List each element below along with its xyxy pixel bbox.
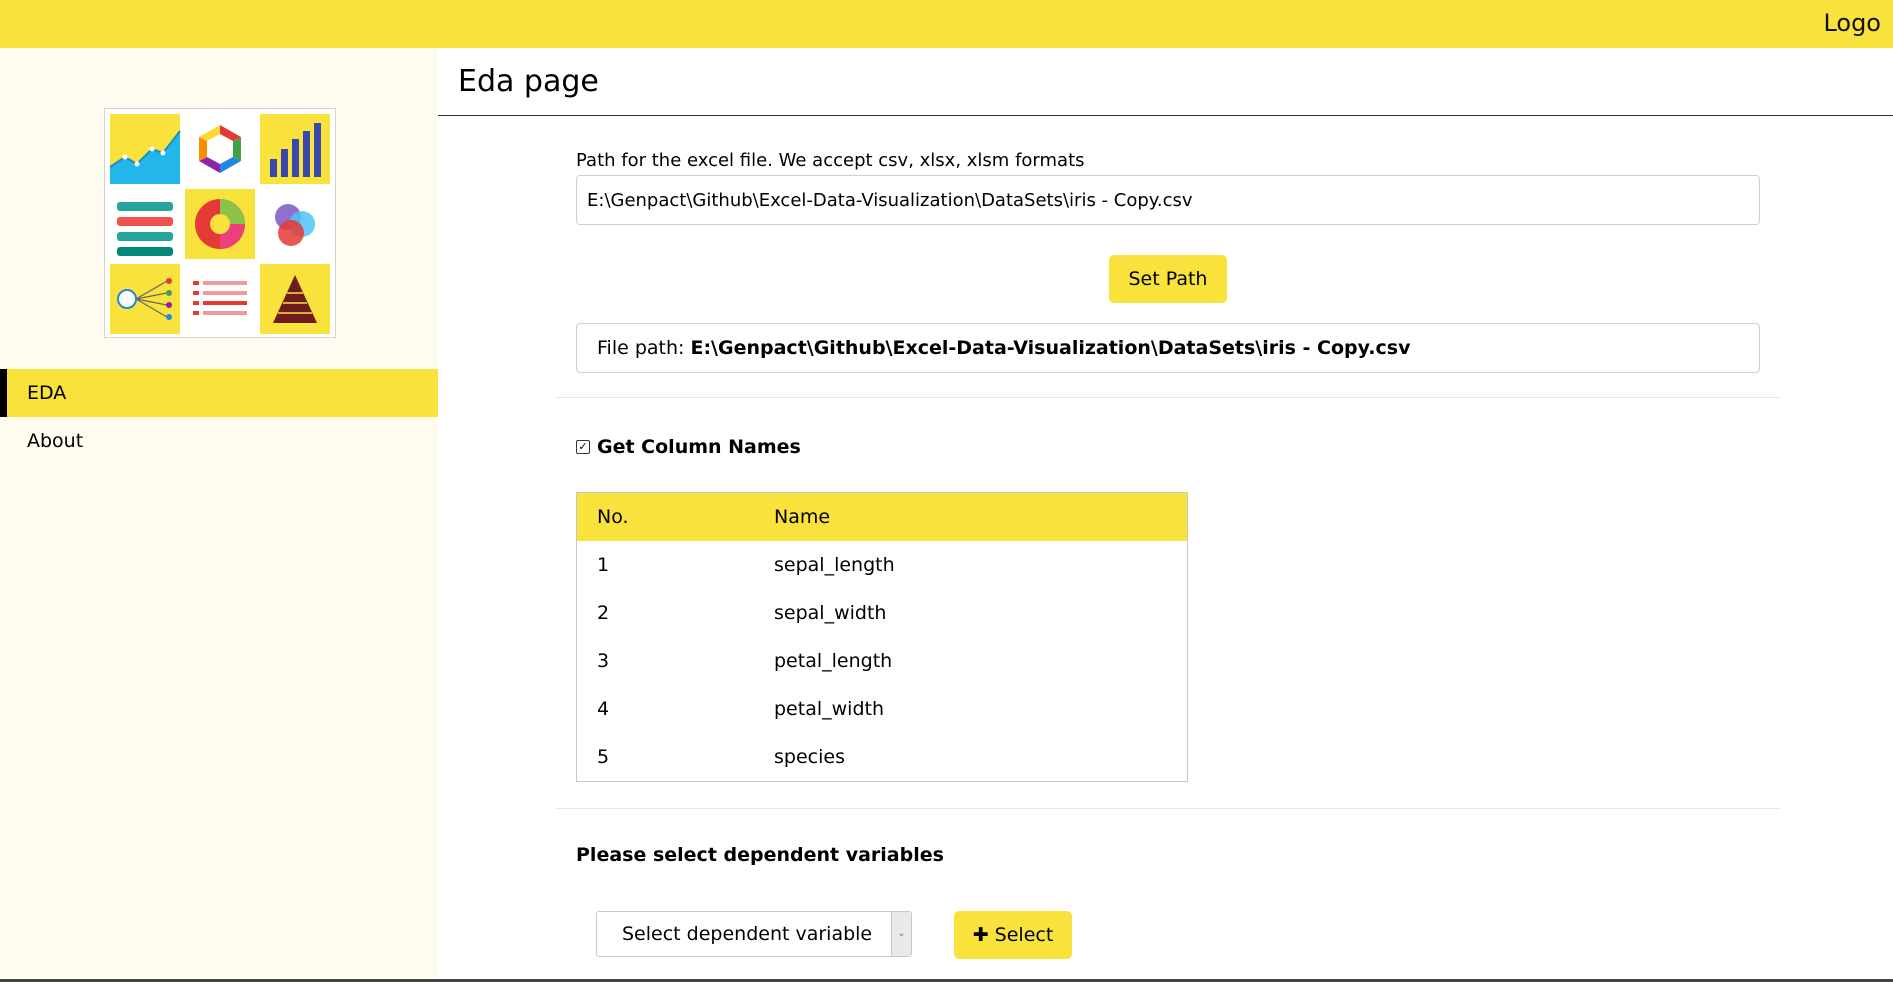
- main-content: Eda page Path for the excel file. We acc…: [438, 48, 1893, 982]
- table-cell: 4: [597, 698, 610, 720]
- sidebar: EDA About: [0, 48, 438, 982]
- page-title: Eda page: [458, 64, 599, 99]
- sidebar-item-label: About: [27, 430, 84, 452]
- dependent-variable-select[interactable]: Select dependent variable ⌄: [596, 911, 912, 957]
- top-header-bar: Logo: [0, 0, 1893, 48]
- file-path-value: E:\Genpact\Github\Excel-Data-Visualizati…: [690, 337, 1411, 359]
- plus-icon: ✚: [972, 924, 989, 946]
- dependent-variables-label: Please select dependent variables: [576, 844, 944, 866]
- sidebar-item-eda[interactable]: EDA: [0, 369, 438, 417]
- checkbox-icon[interactable]: ✓: [576, 440, 590, 454]
- table-cell: sepal_width: [774, 602, 887, 624]
- get-column-names-toggle[interactable]: ✓ Get Column Names: [576, 435, 801, 459]
- sidebar-item-about[interactable]: About: [0, 417, 438, 465]
- dependent-variable-select-value: Select dependent variable: [622, 923, 873, 945]
- table-cell: sepal_length: [774, 554, 895, 576]
- path-field-label: Path for the excel file. We accept csv, …: [576, 150, 1085, 171]
- section-divider: [555, 808, 1781, 809]
- excel-path-input[interactable]: [576, 175, 1760, 225]
- get-column-names-label: Get Column Names: [597, 436, 801, 458]
- chevron-down-icon[interactable]: ⌄: [891, 912, 911, 956]
- set-path-button[interactable]: Set Path: [1109, 255, 1227, 303]
- column-header-name: Name: [754, 492, 1188, 541]
- table-header-row: No. Name: [576, 492, 1188, 541]
- column-header-no: No.: [576, 492, 754, 541]
- file-path-prefix: File path:: [597, 337, 685, 359]
- table-row: 4 petal_width: [577, 685, 1188, 733]
- table-row: 2 sepal_width: [577, 589, 1188, 637]
- column-names-table: No. Name 1 sepal_length 2 sepal_width 3 …: [576, 492, 1188, 782]
- table-row: 3 petal_length: [577, 637, 1188, 685]
- sidebar-item-label: EDA: [27, 382, 67, 404]
- header-logo-text[interactable]: Logo: [1823, 9, 1881, 37]
- section-divider: [555, 397, 1781, 398]
- table-row: 1 sepal_length: [577, 541, 1188, 589]
- table-cell: petal_length: [774, 650, 893, 672]
- table-cell: 3: [597, 650, 610, 672]
- data-visualization-logo-icon: [104, 108, 336, 338]
- table-cell: species: [774, 746, 845, 768]
- table-cell: 2: [597, 602, 610, 624]
- table-cell: 1: [597, 554, 610, 576]
- table-cell: petal_width: [774, 698, 884, 720]
- file-path-display: File path: E:\Genpact\Github\Excel-Data-…: [576, 323, 1760, 373]
- table-cell: 5: [597, 746, 610, 768]
- select-button-label: Select: [994, 924, 1054, 946]
- title-divider: [438, 115, 1893, 116]
- table-row: 5 species: [577, 733, 1188, 782]
- select-button[interactable]: ✚ Select: [954, 911, 1072, 959]
